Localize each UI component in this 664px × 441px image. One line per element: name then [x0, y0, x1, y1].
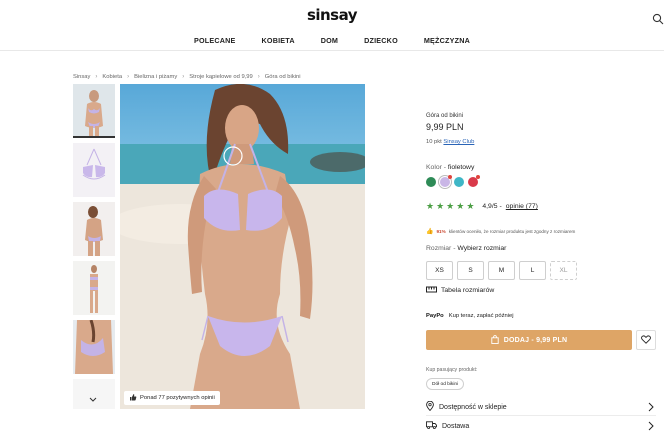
fit-percentage: 91%: [436, 229, 446, 234]
size-options: XS S M L XL: [426, 261, 577, 280]
chevron-right-icon: ›: [257, 74, 260, 80]
add-to-cart-button[interactable]: DODAJ - 9,99 PLN: [426, 330, 632, 350]
nav-kobieta[interactable]: KOBIETA: [262, 36, 295, 45]
matching-product-label: Kup pasujący produkt:: [426, 367, 478, 373]
product-price: 9,99 PLN: [426, 122, 464, 132]
chevron-right-icon: ›: [95, 74, 98, 80]
product-name: Góra od bikini: [426, 113, 464, 119]
star-icon: ★: [456, 201, 465, 211]
size-table-link[interactable]: Tabela rozmiarów: [426, 286, 494, 295]
thumbnail-1[interactable]: [73, 84, 115, 138]
thumbnail-4[interactable]: [73, 261, 115, 315]
breadcrumb-stroje[interactable]: Stroje kąpielowe od 9,99: [189, 74, 253, 80]
size-xs[interactable]: XS: [426, 261, 453, 280]
size-fit-info: 👍 91% klientów oceniło, że rozmiar produ…: [426, 228, 575, 235]
color-label: Kolor - fioletowy: [426, 164, 474, 171]
opinions-badge: Ponad 77 pozytywnych opinii: [124, 391, 220, 405]
chevron-right-icon: ›: [127, 74, 130, 80]
size-xl[interactable]: XL: [550, 261, 577, 280]
size-table-label: Tabela rozmiarów: [441, 287, 495, 294]
main-nav: POLECANE KOBIETA DOM DZIECKO MĘŻCZYZNA: [0, 36, 664, 45]
paypo-logo: PayPo: [426, 313, 444, 319]
size-s[interactable]: S: [457, 261, 484, 280]
store-availability-row[interactable]: Dostępność w sklepie: [426, 399, 656, 415]
thumbnail-3[interactable]: [73, 202, 115, 256]
thumbs-up-icon: 👍: [426, 229, 434, 235]
breadcrumb-sinsay[interactable]: Sinsay: [73, 74, 90, 80]
size-label-prefix: Rozmiar -: [426, 245, 456, 252]
sinsay-logo[interactable]: sinsay: [0, 6, 664, 24]
search-icon[interactable]: [652, 12, 664, 25]
sinsay-club-points: 10 pkt Sinsay Club: [426, 139, 474, 145]
rating: ★ ★ ★ ★ ★ 4,9/5 - opinie (77): [426, 202, 538, 211]
ruler-icon: [426, 286, 437, 295]
breadcrumb-current: Góra od bikini: [264, 74, 301, 80]
chevron-right-icon: [648, 402, 654, 414]
sale-dot-icon: [448, 175, 452, 179]
paypo-info[interactable]: PayPo Kup teraz, zapłać później: [426, 313, 514, 319]
size-label: Rozmiar - Wybierz rozmiar: [426, 245, 506, 252]
swatch-lilac[interactable]: [440, 175, 452, 187]
color-label-prefix: Kolor -: [426, 164, 447, 171]
club-points: 10 pkt: [426, 139, 442, 145]
size-value: Wybierz rozmiar: [457, 245, 507, 252]
star-icon: ★: [426, 201, 435, 211]
sale-dot-icon: [476, 175, 480, 179]
matching-product-chip[interactable]: Dół od bikini: [426, 378, 465, 390]
opinions-link[interactable]: opinie (77): [506, 203, 538, 210]
main-product-image[interactable]: [120, 84, 365, 409]
nav-dziecko[interactable]: DZIECKO: [364, 36, 398, 45]
paypo-text: Kup teraz, zapłać później: [448, 313, 514, 319]
add-to-cart-label: DODAJ - 9,99 PLN: [503, 336, 568, 344]
location-pin-icon: [426, 400, 434, 413]
size-m[interactable]: M: [488, 261, 515, 280]
truck-icon: [426, 421, 437, 431]
sinsay-club-link[interactable]: Sinsay Club: [443, 139, 474, 145]
chevron-down-icon[interactable]: [88, 391, 98, 402]
delivery-label: Dostawa: [442, 422, 470, 430]
rating-score: 4,9/5: [482, 203, 498, 210]
swatch-red[interactable]: [468, 175, 480, 187]
swatch-green[interactable]: [426, 177, 436, 187]
star-icon: ★: [446, 201, 455, 211]
color-value: fioletowy: [447, 164, 475, 171]
fit-text: klientów oceniło, że rozmiar produktu je…: [448, 229, 576, 234]
store-availability-label: Dostępność w sklepie: [439, 403, 507, 411]
thumbnail-strip: [73, 84, 115, 379]
breadcrumb-bielizna[interactable]: Bielizna i piżamy: [134, 74, 177, 80]
thumbnail-5[interactable]: [73, 320, 115, 374]
breadcrumb: Sinsay › Kobieta › Bielizna i piżamy › S…: [73, 74, 301, 80]
nav-polecane[interactable]: POLECANE: [194, 36, 236, 45]
bag-icon: [491, 334, 499, 346]
star-icon: ★: [466, 201, 475, 211]
product-page: sinsay POLECANE KOBIETA DOM DZIECKO MĘŻC…: [0, 0, 664, 441]
chevron-right-icon: ›: [182, 74, 185, 80]
thumbs-up-icon: [129, 393, 137, 403]
chevron-right-icon: [648, 421, 654, 433]
breadcrumb-kobieta[interactable]: Kobieta: [102, 74, 122, 80]
color-swatches: [426, 175, 480, 187]
rating-separator: -: [499, 203, 502, 210]
nav-mezczyzna[interactable]: MĘŻCZYZNA: [424, 36, 470, 45]
thumbnail-2[interactable]: [73, 143, 115, 197]
star-icon: ★: [436, 201, 445, 211]
row-divider: [426, 415, 656, 416]
size-l[interactable]: L: [519, 261, 546, 280]
heart-icon: [641, 331, 651, 349]
nav-dom[interactable]: DOM: [321, 36, 338, 45]
opinions-badge-text: Ponad 77 pozytywnych opinii: [140, 395, 215, 401]
delivery-row[interactable]: Dostawa: [426, 418, 656, 434]
swatch-turquoise[interactable]: [454, 177, 464, 187]
wishlist-button[interactable]: [636, 330, 656, 350]
header-divider: [0, 50, 664, 51]
